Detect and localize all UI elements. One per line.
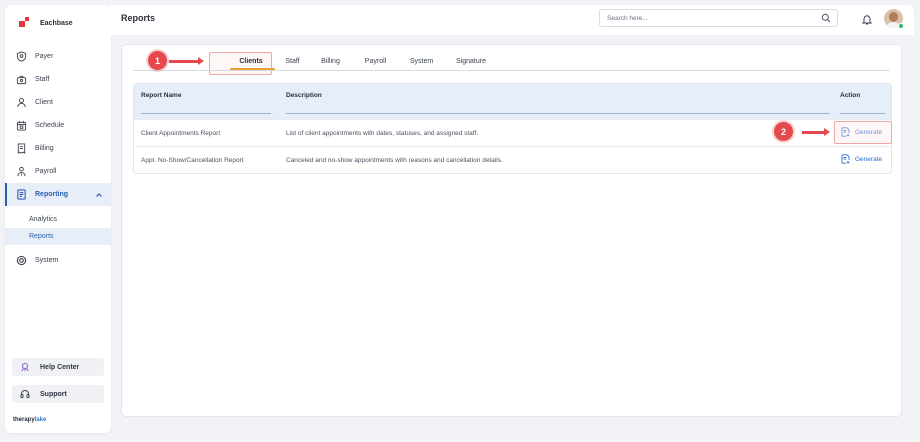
report-name-cell: Appt. No-Show/Cancellation Report xyxy=(141,157,244,164)
sidebar-item-label: Payer xyxy=(35,53,54,60)
tab-billing[interactable]: Billing xyxy=(308,52,353,70)
sidebar-item-client[interactable]: Client xyxy=(5,91,111,114)
report-description-cell: List of client appointments with dates, … xyxy=(286,130,479,137)
sidebar-item-label: Reporting xyxy=(35,191,69,198)
staff-icon xyxy=(16,75,27,85)
bell-icon[interactable] xyxy=(862,14,872,25)
generate-report-icon xyxy=(841,154,850,164)
tab-signature[interactable]: Signature xyxy=(443,52,499,70)
brand[interactable]: Eachbase xyxy=(19,17,73,29)
sidebar-item-payer[interactable]: Payer xyxy=(5,45,111,68)
step-2-arrow-icon xyxy=(802,128,830,136)
table-header: Report Name Description Action xyxy=(134,84,891,119)
sidebar-item-label: Schedule xyxy=(35,122,65,129)
chevron-up-icon[interactable] xyxy=(95,191,103,199)
table-row: Appt. No-Show/Cancellation Report Cancel… xyxy=(134,146,891,173)
support-label: Support xyxy=(40,390,67,398)
column-underline xyxy=(141,113,271,114)
help-center-label: Help Center xyxy=(40,363,80,371)
report-name-cell: Client Appointments Report xyxy=(141,130,221,137)
sidebar-item-staff[interactable]: Staff xyxy=(5,68,111,91)
reports-panel: Clients Staff Billing Payroll System Sig… xyxy=(121,44,902,417)
payroll-icon xyxy=(17,166,26,177)
brand-name: Eachbase xyxy=(40,19,73,27)
tab-payroll[interactable]: Payroll xyxy=(353,52,398,70)
sidebar: Eachbase Payer Staff Client Schedule Bil… xyxy=(5,5,111,433)
payer-icon xyxy=(16,51,27,62)
sidebar-subitem-reports[interactable]: Reports xyxy=(5,228,111,245)
help-center-icon xyxy=(21,363,29,372)
column-header-action: Action xyxy=(840,92,861,99)
sidebar-item-system[interactable]: System xyxy=(5,249,111,272)
generate-button[interactable]: Generate xyxy=(841,154,882,164)
step-1-arrow-icon xyxy=(169,57,204,65)
generate-button-label: Generate xyxy=(855,155,883,163)
support-button[interactable]: Support xyxy=(12,385,104,403)
search-input[interactable] xyxy=(607,14,807,22)
column-header-description: Description xyxy=(286,92,322,99)
headset-icon xyxy=(20,389,30,398)
sidebar-nav: Payer Staff Client Schedule Billing Payr… xyxy=(5,45,111,272)
sidebar-item-billing[interactable]: Billing xyxy=(5,137,111,160)
sidebar-item-label: Payroll xyxy=(35,168,57,175)
column-underline xyxy=(840,113,885,114)
help-center-button[interactable]: Help Center xyxy=(12,358,104,376)
sidebar-item-label: Staff xyxy=(35,76,50,83)
top-bar: Reports xyxy=(110,5,914,35)
step-1-badge: 1 xyxy=(148,51,167,70)
billing-icon xyxy=(17,143,26,154)
tab-system[interactable]: System xyxy=(399,52,444,70)
sidebar-item-label: Client xyxy=(35,99,53,106)
sidebar-item-label: Billing xyxy=(35,145,54,152)
eachbase-logo-icon xyxy=(19,17,31,29)
report-tabs: Clients Staff Billing Payroll System Sig… xyxy=(133,52,890,71)
therapylake-logo-part: therapy xyxy=(13,417,35,423)
page-title: Reports xyxy=(121,13,156,23)
sidebar-item-schedule[interactable]: Schedule xyxy=(5,114,111,137)
sidebar-item-reporting[interactable]: Reporting xyxy=(5,183,111,206)
calendar-icon xyxy=(16,120,27,131)
sidebar-item-payroll[interactable]: Payroll xyxy=(5,160,111,183)
client-icon xyxy=(17,98,26,108)
column-underline xyxy=(286,113,830,114)
step-2-badge: 2 xyxy=(774,122,793,141)
sidebar-item-label: System xyxy=(35,257,59,264)
report-description-cell: Canceled and no-show appointments with r… xyxy=(286,157,503,164)
online-status-dot xyxy=(898,23,904,29)
search-box[interactable] xyxy=(599,9,838,27)
sidebar-subitem-analytics[interactable]: Analytics xyxy=(5,211,111,228)
column-header-report-name: Report Name xyxy=(141,92,182,99)
reporting-icon xyxy=(17,189,26,200)
therapylake-logo-accent: lake xyxy=(34,417,47,423)
generate-button-highlight xyxy=(834,121,892,144)
system-icon xyxy=(16,255,27,266)
active-tab-underline xyxy=(230,68,275,70)
therapylake-logo: therapylake xyxy=(13,417,46,423)
search-icon[interactable] xyxy=(821,13,831,23)
